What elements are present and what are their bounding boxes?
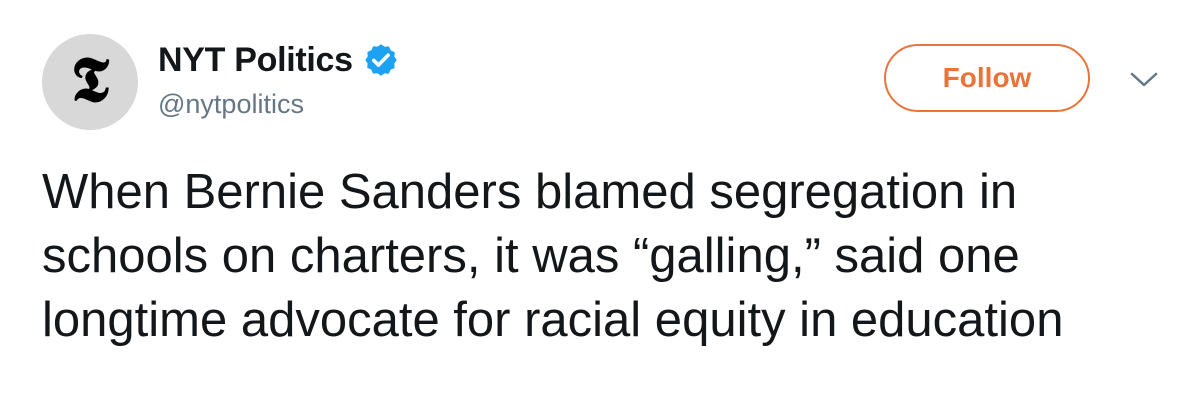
tweet-text: When Bernie Sanders blamed segregation i… xyxy=(42,165,1064,347)
verified-badge-icon xyxy=(365,44,397,76)
handle[interactable]: @nytpolitics xyxy=(158,89,304,120)
chevron-down-icon[interactable] xyxy=(1128,70,1160,90)
tweet-card: 𝕿 NYT Politics @nytpolitics Follow When … xyxy=(0,0,1192,418)
nyt-logo-icon: 𝕿 xyxy=(70,43,110,116)
avatar[interactable]: 𝕿 xyxy=(42,34,138,130)
display-name[interactable]: NYT Politics xyxy=(158,41,353,80)
name-row: NYT Politics xyxy=(158,40,399,80)
follow-button[interactable]: Follow xyxy=(884,44,1090,112)
